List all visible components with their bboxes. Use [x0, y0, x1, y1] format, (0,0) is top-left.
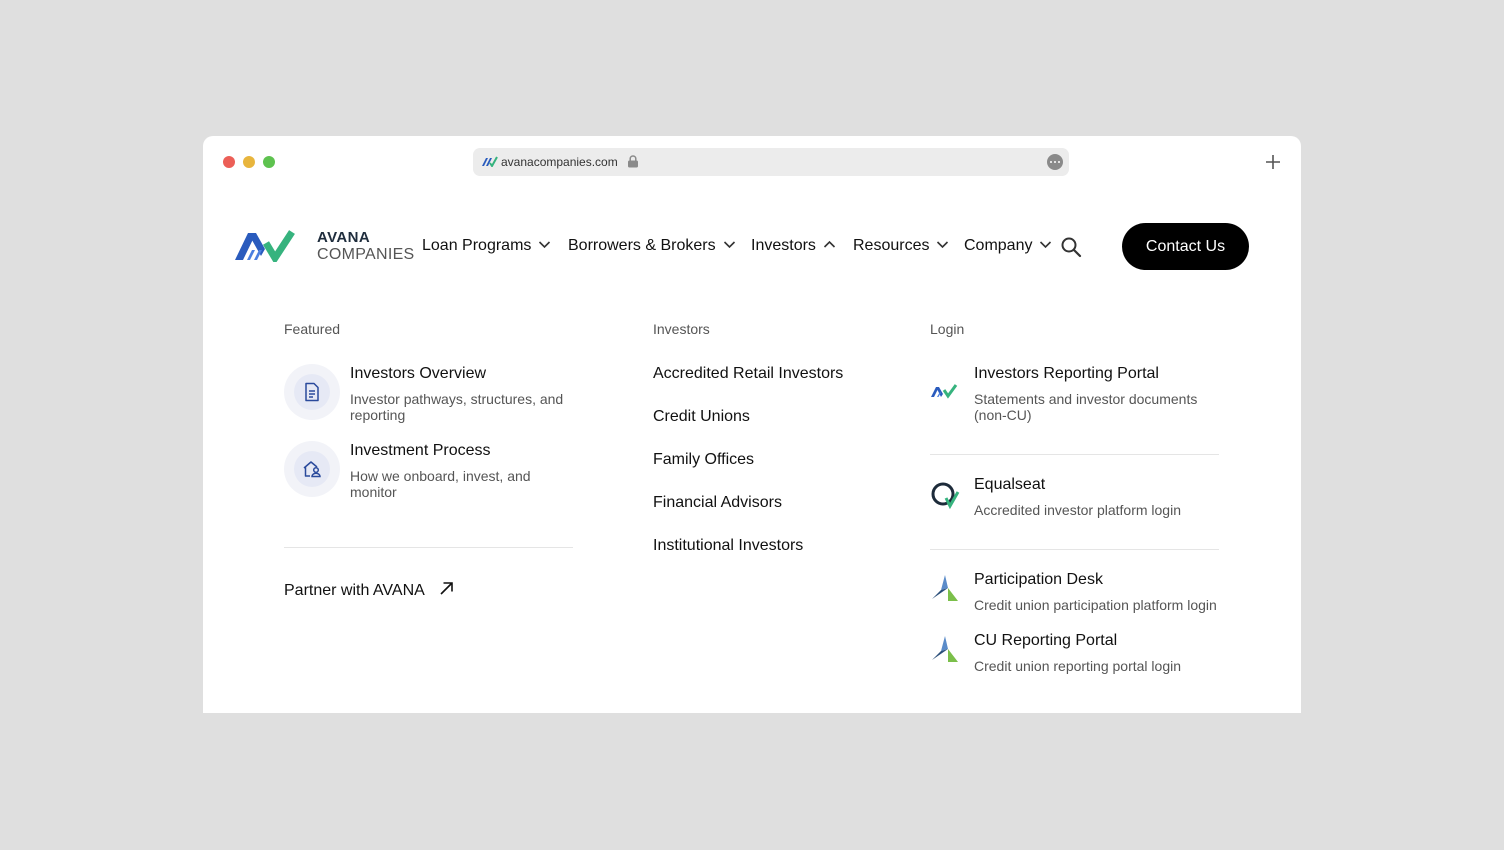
login-heading: Login	[930, 321, 965, 337]
investors-overview-desc: Investor pathways, structures, and repor…	[350, 391, 564, 423]
investment-process-icon-badge	[284, 441, 340, 497]
nav-company[interactable]: Company	[964, 237, 1052, 255]
partner-label: Partner with AVANA	[284, 582, 425, 599]
address-bar[interactable]: avanacompanies.com	[473, 148, 1069, 176]
investment-process-desc: How we onboard, invest, and monitor	[350, 468, 531, 500]
participation-desk-desc: Credit union participation platform logi…	[974, 597, 1217, 613]
close-window-button[interactable]	[223, 156, 235, 168]
chevron-down-icon	[1040, 241, 1052, 249]
maximize-window-button[interactable]	[263, 156, 275, 168]
equalseat-link[interactable]: Equalseat	[974, 476, 1045, 494]
document-icon	[305, 382, 319, 402]
chevron-down-icon	[937, 241, 949, 249]
nav-resources[interactable]: Resources	[853, 237, 949, 255]
nav-label: Borrowers & Brokers	[568, 237, 716, 254]
credit-unions-link[interactable]: Credit Unions	[653, 408, 750, 426]
investment-process-link[interactable]: Investment Process	[350, 442, 491, 460]
chevron-up-icon	[823, 240, 835, 248]
logo-text-companies: COMPANIES	[317, 246, 415, 263]
investors-heading: Investors	[653, 321, 710, 337]
featured-heading: Featured	[284, 321, 341, 337]
nav-label: Loan Programs	[422, 237, 532, 254]
accredited-retail-investors-link[interactable]: Accredited Retail Investors	[653, 365, 843, 383]
investors-reporting-portal-link[interactable]: Investors Reporting Portal	[974, 365, 1159, 383]
chevron-down-icon	[539, 241, 551, 249]
equalseat-desc: Accredited investor platform login	[974, 502, 1181, 518]
browser-window: avanacompanies.com AVANA COMPANIES Loan …	[203, 136, 1301, 713]
more-options-icon[interactable]	[1047, 154, 1063, 170]
nav-label: Company	[964, 237, 1033, 254]
avana-logo-icon[interactable]	[234, 229, 310, 262]
site-favicon-icon	[482, 156, 498, 167]
url-text: avanacompanies.com	[501, 155, 618, 169]
investors-reporting-portal-desc: Statements and investor documents (non-C…	[974, 391, 1198, 423]
financial-advisors-link[interactable]: Financial Advisors	[653, 494, 782, 512]
avana-logo-icon	[931, 384, 958, 399]
new-tab-plus-icon[interactable]	[1264, 153, 1282, 171]
login-divider-2	[930, 549, 1219, 550]
minimize-window-button[interactable]	[243, 156, 255, 168]
equalseat-logo-icon	[931, 482, 960, 510]
participation-desk-link[interactable]: Participation Desk	[974, 571, 1103, 589]
search-icon[interactable]	[1060, 236, 1082, 258]
nav-label: Resources	[853, 237, 930, 254]
lock-icon	[628, 155, 638, 168]
investors-overview-link[interactable]: Investors Overview	[350, 365, 486, 383]
partner-with-avana-link[interactable]: Partner with AVANA	[284, 581, 454, 600]
chevron-down-icon	[723, 241, 735, 249]
nav-borrowers-brokers[interactable]: Borrowers & Brokers	[568, 237, 736, 255]
triangle-logo-icon	[932, 636, 958, 662]
nav-investors[interactable]: Investors	[751, 237, 836, 255]
contact-us-button[interactable]: Contact Us	[1122, 223, 1249, 270]
featured-divider	[284, 547, 573, 548]
investors-overview-icon-badge	[284, 364, 340, 420]
logo-text-avana: AVANA	[317, 229, 371, 246]
cu-reporting-portal-desc: Credit union reporting portal login	[974, 658, 1182, 674]
house-person-icon	[303, 461, 321, 478]
institutional-investors-link[interactable]: Institutional Investors	[653, 537, 803, 555]
cu-reporting-portal-link[interactable]: CU Reporting Portal	[974, 632, 1117, 650]
triangle-logo-icon	[932, 575, 958, 601]
login-divider-1	[930, 454, 1219, 455]
family-offices-link[interactable]: Family Offices	[653, 451, 754, 469]
arrow-up-right-icon	[440, 582, 453, 595]
nav-loan-programs[interactable]: Loan Programs	[422, 237, 551, 255]
nav-label: Investors	[751, 237, 816, 254]
